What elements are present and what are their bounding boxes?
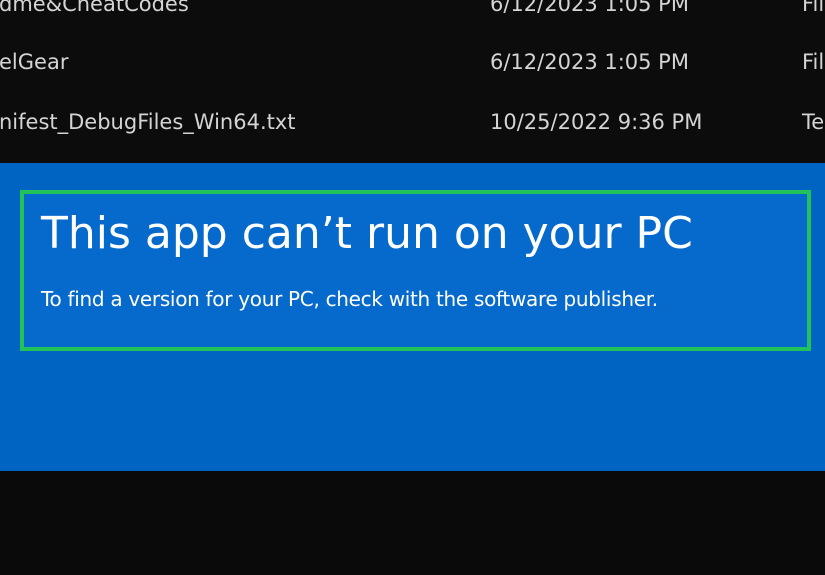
file-date-modified: 6/12/2023 1:05 PM: [490, 50, 689, 74]
file-explorer-list: dme&CheatCodes 6/12/2023 1:05 PM Fil elG…: [0, 0, 825, 163]
file-name: elGear: [0, 50, 69, 74]
file-date-modified: 10/25/2022 9:36 PM: [490, 110, 703, 134]
background-area: [0, 471, 825, 575]
file-type: Fil: [802, 50, 825, 74]
file-row[interactable]: elGear 6/12/2023 1:05 PM Fil: [0, 42, 825, 82]
file-name: dme&CheatCodes: [0, 0, 189, 16]
file-row[interactable]: nifest_DebugFiles_Win64.txt 10/25/2022 9…: [0, 102, 825, 142]
file-date-modified: 6/12/2023 1:05 PM: [490, 0, 689, 16]
file-row[interactable]: dme&CheatCodes 6/12/2023 1:05 PM Fil: [0, 0, 825, 24]
dialog-title: This app can’t run on your PC: [41, 208, 693, 259]
file-type: Te: [802, 110, 825, 134]
error-dialog: This app can’t run on your PC To find a …: [0, 163, 825, 471]
file-type: Fil: [802, 0, 825, 16]
file-name: nifest_DebugFiles_Win64.txt: [0, 110, 296, 134]
highlight-box: This app can’t run on your PC To find a …: [20, 190, 811, 351]
dialog-message: To find a version for your PC, check wit…: [41, 287, 658, 311]
